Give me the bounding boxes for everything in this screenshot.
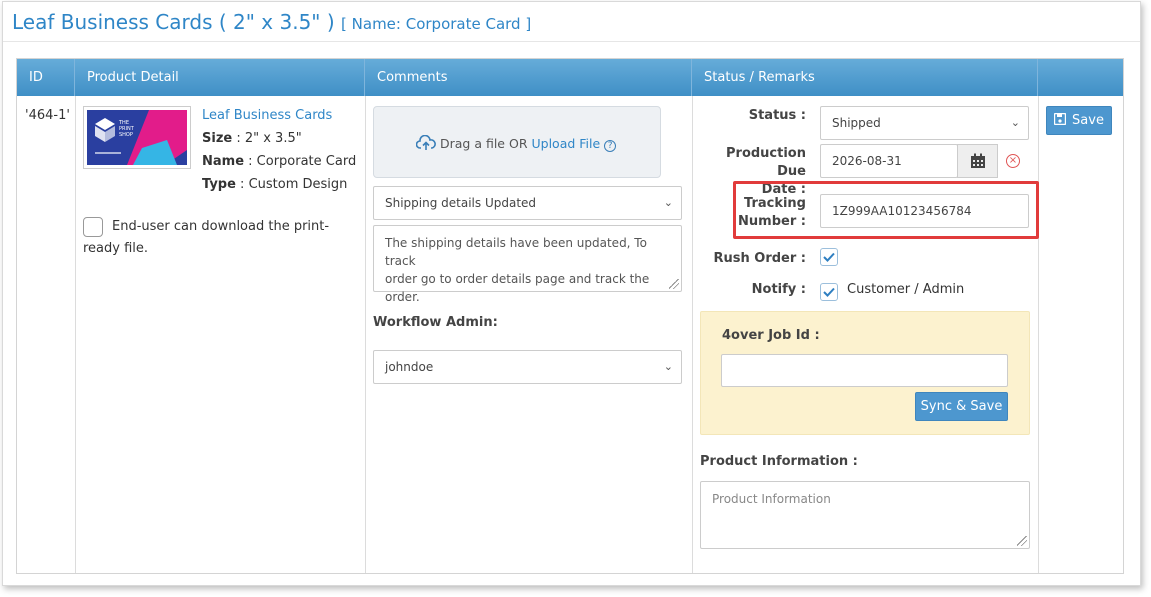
floppy-disk-icon: [1053, 112, 1067, 126]
resize-handle-icon[interactable]: [1017, 536, 1027, 546]
type-value: : Custom Design: [235, 177, 348, 192]
resize-handle-icon[interactable]: [669, 279, 679, 289]
upload-file-link[interactable]: Upload File: [531, 136, 600, 151]
product-information-textarea[interactable]: Product Information: [700, 481, 1030, 549]
svg-text:SHOP: SHOP: [119, 132, 133, 138]
name-value: : Corporate Card: [244, 154, 357, 169]
download-print-ready-checkbox[interactable]: [83, 217, 103, 237]
column-divider: [692, 96, 693, 573]
dropzone-content: Drag a file OR Upload File ?: [415, 134, 617, 154]
help-icon[interactable]: ?: [604, 140, 617, 152]
chevron-down-icon: ⌄: [663, 196, 673, 209]
workflow-admin-value: johndoe: [385, 360, 434, 374]
chevron-down-icon: ⌄: [1010, 116, 1020, 129]
notify-label: Notify :: [751, 282, 806, 297]
download-checkbox-label-line2: ready file.: [83, 241, 149, 256]
status-select[interactable]: Shipped ⌄: [820, 106, 1029, 140]
product-type: Type : Custom Design: [202, 177, 347, 192]
dropzone-text: Drag a file OR: [440, 136, 528, 151]
save-button-label: Save: [1072, 113, 1104, 128]
product-information-placeholder: Product Information: [712, 492, 831, 506]
file-dropzone[interactable]: Drag a file OR Upload File ?: [373, 106, 661, 178]
column-divider: [365, 96, 366, 573]
download-checkbox-label-line1: End-user can download the print-: [112, 219, 330, 234]
chevron-down-icon: ⌄: [663, 360, 673, 373]
job-id-input[interactable]: [721, 354, 1008, 387]
name-label: Name: [202, 154, 245, 169]
notify-checkbox[interactable]: [820, 283, 838, 301]
order-item-panel: Leaf Business Cards ( 2" x 3.5" ) [ Name…: [2, 1, 1141, 586]
product-name: Name : Corporate Card: [202, 154, 356, 169]
comment-text-line1: The shipping details have been updated, …: [385, 236, 647, 268]
title-bar: Leaf Business Cards ( 2" x 3.5" ) [ Name…: [3, 2, 1140, 42]
order-items-table: ID Product Detail Comments Status / Rema…: [16, 58, 1124, 574]
due-label-line1: Production Due: [726, 146, 806, 179]
job-id-panel: 4over Job Id : Sync & Save: [700, 311, 1030, 435]
column-divider: [1038, 96, 1039, 573]
type-label: Type: [202, 177, 236, 192]
rush-order-checkbox[interactable]: [820, 248, 838, 266]
comment-template-select[interactable]: Shipping details Updated ⌄: [373, 186, 682, 220]
comment-template-value: Shipping details Updated: [385, 196, 537, 210]
checkmark-icon: [823, 252, 835, 262]
product-name-subtitle: [ Name: Corporate Card ]: [341, 15, 532, 33]
rush-order-label: Rush Order :: [713, 251, 806, 266]
product-information-label: Product Information :: [700, 454, 858, 469]
column-header-comments: Comments: [365, 59, 692, 96]
comment-textarea[interactable]: The shipping details have been updated, …: [373, 225, 682, 304]
due-date-value: 2026-08-31: [832, 154, 902, 168]
column-header-product-detail: Product Detail: [75, 59, 365, 96]
column-header-actions: [1038, 59, 1125, 96]
tracking-highlight-box: [733, 181, 1039, 239]
item-id: '464-1': [25, 108, 70, 123]
column-header-id: ID: [17, 59, 75, 96]
notify-value: Customer / Admin: [847, 282, 965, 297]
production-due-date-input[interactable]: 2026-08-31: [820, 144, 958, 178]
job-id-label: 4over Job Id :: [722, 328, 820, 343]
status-label: Status :: [748, 108, 806, 123]
calendar-icon: [971, 153, 985, 168]
table-header: ID Product Detail Comments Status / Rema…: [17, 59, 1123, 96]
calendar-button[interactable]: [957, 144, 998, 178]
save-button[interactable]: Save: [1046, 106, 1112, 135]
business-card-image: THE PRINT SHOP: [87, 110, 187, 165]
size-value: : 2" x 3.5": [232, 131, 302, 146]
product-name-link[interactable]: Leaf Business Cards: [202, 108, 332, 123]
workflow-admin-select[interactable]: johndoe ⌄: [373, 350, 682, 384]
size-label: Size: [202, 131, 233, 146]
column-divider: [75, 96, 76, 573]
status-value: Shipped: [832, 116, 881, 130]
page-title: Leaf Business Cards ( 2" x 3.5" ) [ Name…: [12, 10, 531, 34]
clear-date-icon[interactable]: ×: [1006, 154, 1020, 168]
product-thumbnail[interactable]: THE PRINT SHOP: [83, 106, 191, 169]
comment-text-line2: order go to order details page and track…: [385, 272, 650, 304]
product-size: Size : 2" x 3.5": [202, 131, 302, 146]
checkmark-icon: [823, 287, 835, 297]
cloud-upload-icon: [415, 134, 436, 154]
workflow-admin-label: Workflow Admin:: [373, 315, 498, 330]
column-header-status-remarks: Status / Remarks: [692, 59, 1038, 96]
product-title: Leaf Business Cards ( 2" x 3.5" ): [12, 10, 335, 34]
sync-save-button[interactable]: Sync & Save: [915, 392, 1008, 421]
